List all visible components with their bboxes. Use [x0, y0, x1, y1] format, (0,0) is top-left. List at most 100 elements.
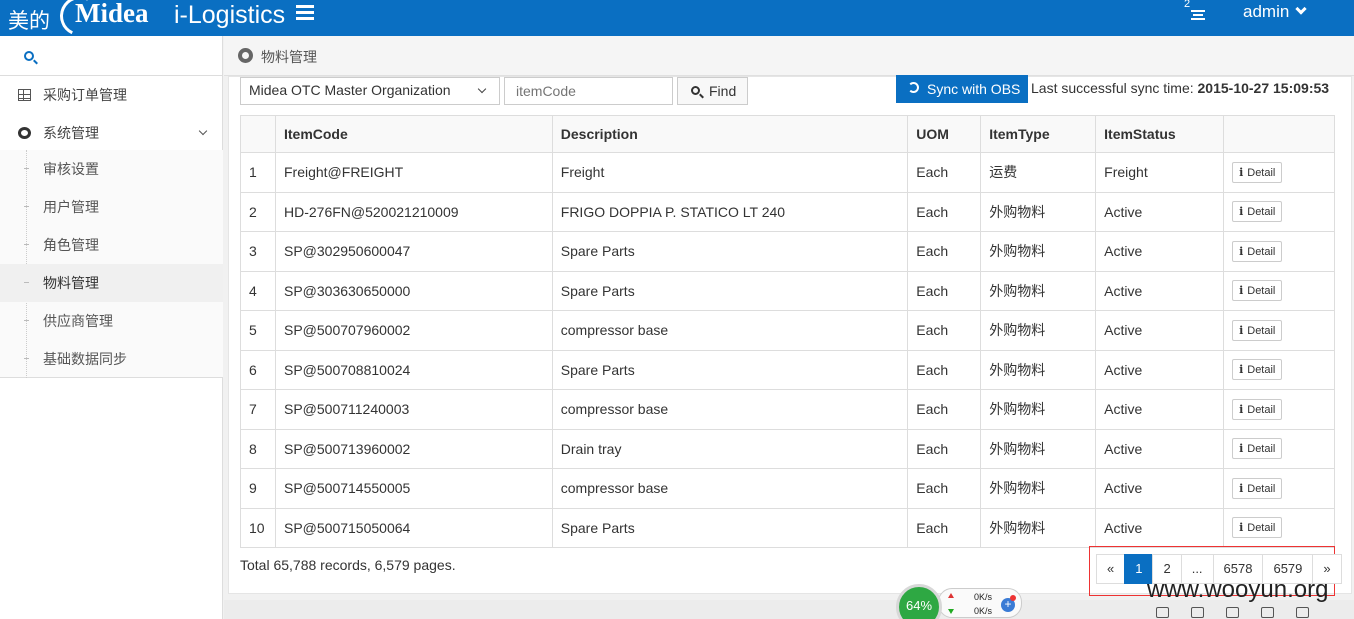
item-code-input[interactable]	[504, 77, 673, 105]
chevron-down-icon	[477, 84, 487, 94]
info-icon: i	[1239, 205, 1244, 219]
item-status: Active	[1095, 310, 1225, 351]
last-sync-time: 2015-10-27 15:09:53	[1197, 80, 1330, 96]
sidebar-subitem-audit-settings[interactable]: 审核设置	[0, 150, 223, 188]
item-status: Active	[1095, 468, 1225, 509]
tray-icon[interactable]	[1226, 607, 1239, 618]
item-status: Active	[1095, 231, 1225, 272]
detail-button[interactable]: i Detail	[1232, 517, 1283, 539]
row-number: 3	[240, 231, 276, 272]
detail-button[interactable]: i Detail	[1232, 201, 1283, 223]
sidebar-subitem-data-sync[interactable]: 基础数据同步	[0, 340, 223, 378]
page-link[interactable]: «	[1096, 554, 1126, 584]
item-status: Active	[1095, 270, 1225, 311]
sidebar-search[interactable]	[0, 36, 223, 76]
column-header-itemcode[interactable]: ItemCode	[274, 115, 553, 153]
row-number: 7	[240, 389, 276, 430]
column-header-actions	[1223, 115, 1335, 153]
detail-button[interactable]: i Detail	[1232, 240, 1283, 262]
sync-obs-button[interactable]: Sync with OBS	[896, 75, 1028, 103]
row-number: 4	[240, 270, 276, 311]
search-icon	[691, 86, 700, 95]
detail-button[interactable]: i Detail	[1232, 280, 1283, 302]
search-icon[interactable]	[24, 51, 34, 61]
download-speed: 0K/s	[974, 606, 993, 616]
item-uom: Each	[907, 191, 982, 232]
detail-button[interactable]: i Detail	[1232, 161, 1283, 183]
refresh-icon	[908, 82, 919, 93]
network-monitor-widget[interactable]: 64% 0K/s 0K/s +	[896, 584, 1024, 619]
item-status: Active	[1095, 389, 1225, 430]
column-header-itemtype[interactable]: ItemType	[980, 115, 1097, 153]
row-number: 2	[240, 191, 276, 232]
column-header-uom[interactable]: UOM	[907, 115, 982, 153]
item-uom: Each	[907, 349, 982, 390]
tray-icon[interactable]	[1191, 607, 1204, 618]
row-actions: i Detail	[1223, 428, 1335, 469]
system-submenu: 审核设置 用户管理 角色管理 物料管理 供应商管理 基础数据同步	[0, 150, 223, 378]
cpu-usage-ball[interactable]: 64%	[896, 584, 942, 619]
sidebar-subitem-suppliers[interactable]: 供应商管理	[0, 302, 223, 340]
system-tray	[1156, 607, 1352, 619]
sidebar-subitem-users[interactable]: 用户管理	[0, 188, 223, 226]
row-actions: i Detail	[1223, 270, 1335, 311]
sidebar-item-system[interactable]: 系统管理	[0, 114, 223, 152]
user-menu[interactable]: admin	[1243, 2, 1307, 22]
upload-arrow-icon	[948, 593, 954, 598]
detail-button[interactable]: i Detail	[1232, 477, 1283, 499]
table-row: 5 SP@500707960002 compressor base Each 外购物料 A…	[240, 310, 1335, 351]
detail-button[interactable]: i Detail	[1232, 398, 1283, 420]
row-number: 1	[240, 152, 276, 193]
table-header-row: ItemCode Description UOM ItemType ItemSt…	[240, 115, 1335, 153]
table-row: 8 SP@500713960002 Drain tray Each 外购物料 Active…	[240, 428, 1335, 469]
sidebar-item-purchase-orders[interactable]: 采购订单管理	[0, 76, 223, 114]
item-description: Freight	[551, 152, 909, 193]
item-description: Spare Parts	[551, 507, 909, 548]
tray-icon[interactable]	[1156, 607, 1169, 618]
item-uom: Each	[907, 310, 982, 351]
item-type: 外购物料	[980, 428, 1097, 469]
item-code: SP@500715050064	[274, 507, 553, 548]
item-type: 外购物料	[980, 191, 1097, 232]
column-header-itemstatus[interactable]: ItemStatus	[1095, 115, 1225, 153]
item-uom: Each	[907, 231, 982, 272]
organization-select[interactable]: Midea OTC Master Organization	[240, 77, 500, 105]
item-type: 外购物料	[980, 349, 1097, 390]
table-row: 2 HD-276FN@520021210009 FRIGO DOPPIA P. ST…	[240, 191, 1335, 232]
item-code: HD-276FN@520021210009	[274, 191, 553, 232]
item-code: SP@500711240003	[274, 389, 553, 430]
info-icon: i	[1239, 165, 1244, 179]
total-records: Total 65,788 records, 6,579 pages.	[240, 557, 456, 573]
row-number: 5	[240, 310, 276, 351]
row-number: 10	[240, 507, 276, 548]
find-button[interactable]: Find	[677, 77, 748, 105]
item-status: Active	[1095, 428, 1225, 469]
column-header-description[interactable]: Description	[551, 115, 909, 153]
item-description: Spare Parts	[551, 231, 909, 272]
info-icon: i	[1239, 244, 1244, 258]
row-number: 6	[240, 349, 276, 390]
item-status: Active	[1095, 507, 1225, 548]
plus-icon[interactable]: +	[1001, 595, 1016, 612]
detail-button[interactable]: i Detail	[1232, 438, 1283, 460]
column-header-no	[240, 115, 276, 153]
item-code: SP@500714550005	[274, 468, 553, 509]
detail-button[interactable]: i Detail	[1232, 359, 1283, 381]
notifications-button[interactable]: 2	[1184, 0, 1212, 24]
sidebar-subitem-materials[interactable]: 物料管理	[0, 264, 223, 302]
table-row: 3 SP@302950600047 Spare Parts Each 外购物料 Activ…	[240, 231, 1335, 272]
menu-toggle-icon[interactable]	[296, 5, 314, 23]
row-actions: i Detail	[1223, 310, 1335, 351]
info-icon: i	[1239, 521, 1244, 535]
item-code: SP@303630650000	[274, 270, 553, 311]
item-uom: Each	[907, 152, 982, 193]
item-code: SP@500713960002	[274, 428, 553, 469]
detail-button[interactable]: i Detail	[1232, 319, 1283, 341]
table-row: 7 SP@500711240003 compressor base Each 外购物料 A…	[240, 389, 1335, 430]
tray-icon[interactable]	[1261, 607, 1274, 618]
tray-icon[interactable]	[1296, 607, 1309, 618]
upload-speed: 0K/s	[974, 592, 993, 602]
item-type: 运费	[980, 152, 1097, 193]
midea-logo[interactable]: Midea	[54, 0, 160, 42]
sidebar-subitem-roles[interactable]: 角色管理	[0, 226, 223, 264]
